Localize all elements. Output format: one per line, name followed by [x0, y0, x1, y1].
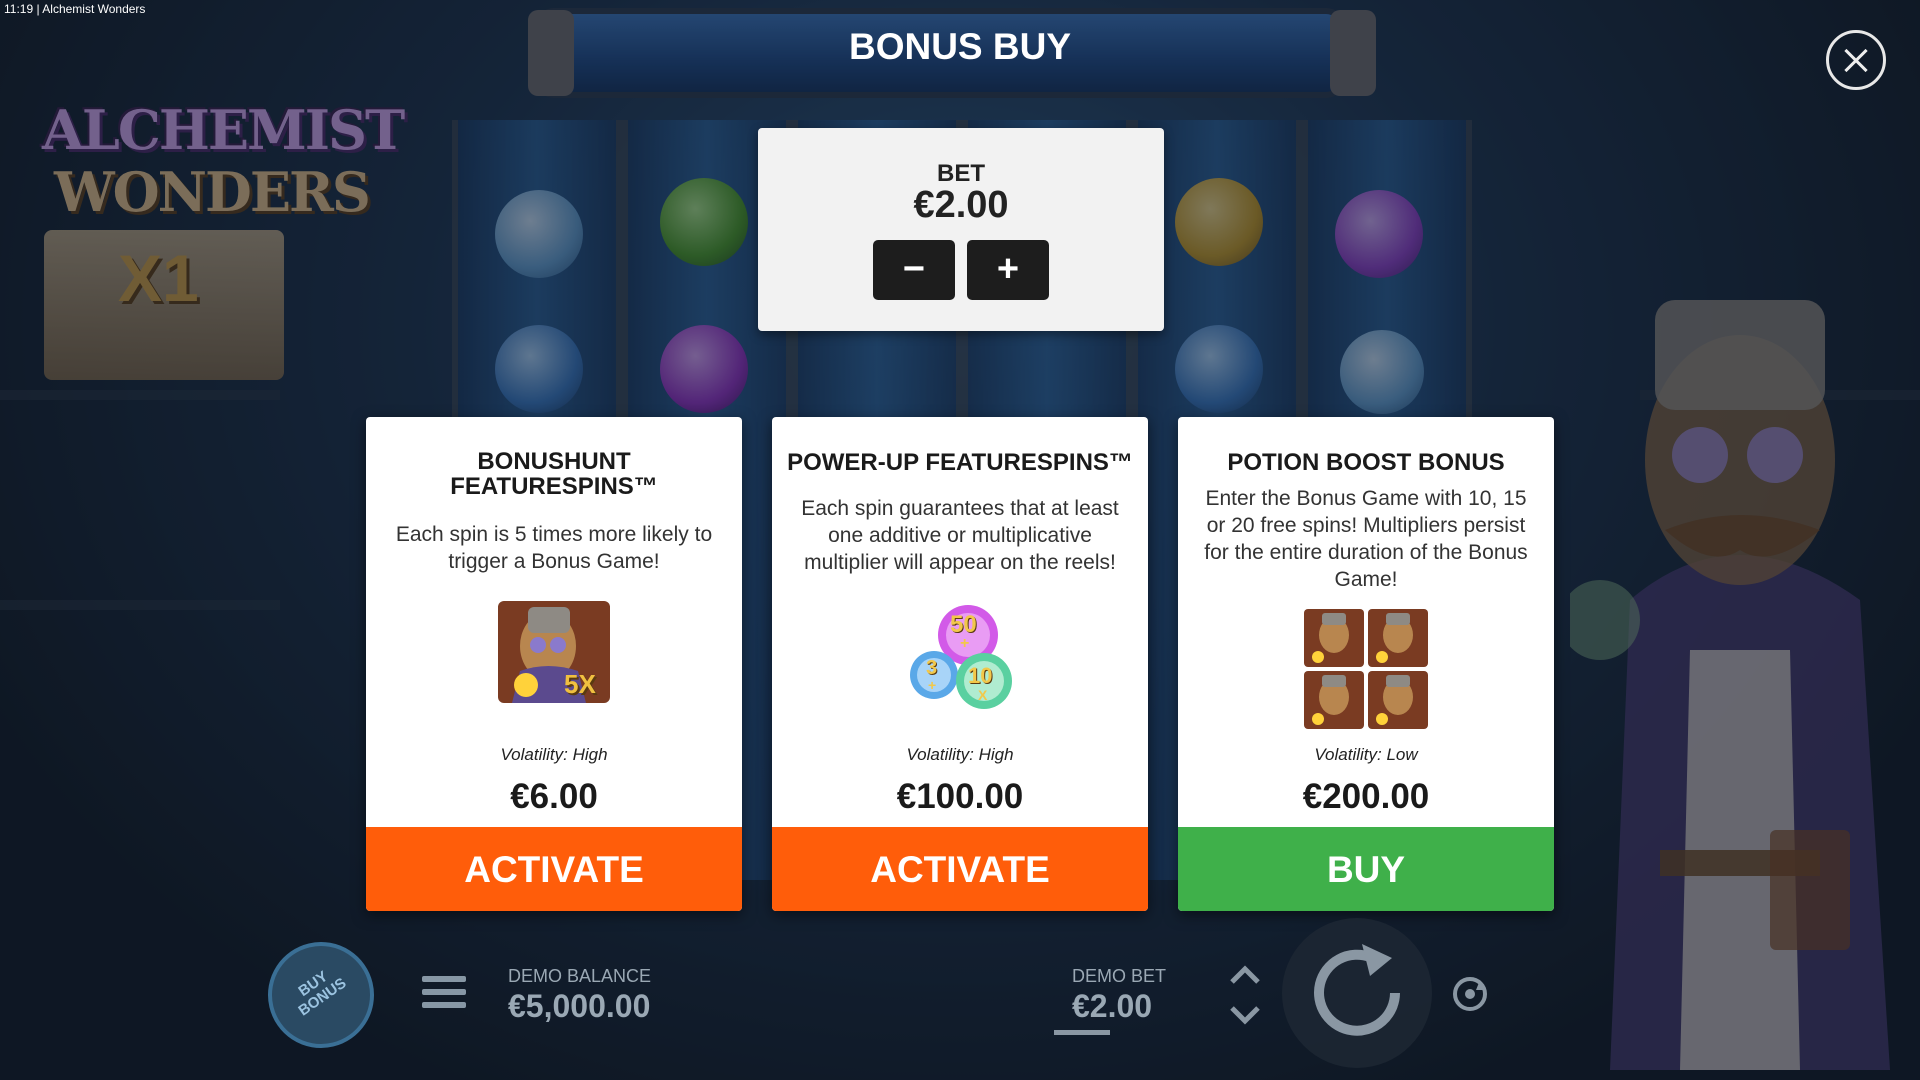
spin-icon: [1314, 944, 1400, 1036]
bet-value: €2.00: [1072, 988, 1153, 1024]
bet-value: €2.00: [913, 184, 1009, 226]
alchemist-5x-icon: 5X: [498, 601, 610, 703]
offer-price: €6.00: [510, 777, 598, 816]
offer-title: POWER-UP FEATURESPINS™: [787, 449, 1133, 476]
spin-button[interactable]: [1282, 918, 1432, 1068]
offer-description: Enter the Bonus Game with 10, 15 or 20 f…: [1204, 487, 1528, 591]
status-bar: 11:19 | Alchemist Wonders: [0, 0, 145, 18]
offer-title: POTION BOOST BONUS: [1227, 449, 1505, 476]
close-icon[interactable]: [1826, 30, 1886, 90]
bet-arrows-icon[interactable]: [1228, 960, 1262, 1030]
activate-button[interactable]: ACTIVATE: [772, 827, 1148, 911]
bet-underline: [1054, 1030, 1110, 1035]
offer-volatility: Volatility: Low: [1314, 745, 1418, 764]
offer-price: €200.00: [1302, 777, 1430, 816]
offer-card-bonushunt: BONUSHUNT FEATURESPINS™ Each spin is 5 t…: [366, 417, 742, 911]
activate-button[interactable]: ACTIVATE: [366, 827, 742, 911]
offer-volatility: Volatility: High: [500, 745, 608, 764]
bet-selector: BET €2.00 − +: [758, 128, 1164, 331]
decrease-bet-button[interactable]: −: [873, 240, 955, 300]
offer-card-powerup: POWER-UP FEATURESPINS™ Each spin guarant…: [772, 417, 1148, 911]
bet-label: DEMO BET: [1072, 966, 1167, 986]
offer-description: Each spin guarantees that at least one a…: [801, 497, 1119, 574]
offer-title: BONUSHUNT FEATURESPINS™: [450, 448, 658, 500]
icon-multiplier-text: 5X: [564, 669, 596, 699]
offer-price: €100.00: [896, 777, 1024, 816]
offer-card-potion-boost: POTION BOOST BONUS Enter the Bonus Game …: [1178, 417, 1554, 911]
autoplay-icon[interactable]: [1448, 972, 1492, 1016]
increase-bet-button[interactable]: +: [967, 240, 1049, 300]
menu-icon[interactable]: [422, 976, 466, 1010]
offer-description: Each spin is 5 times more likely to trig…: [395, 523, 713, 573]
orb-additive-sign: +: [928, 677, 937, 693]
orb-multiply-sign: X: [978, 687, 988, 703]
clock: 11:19: [4, 2, 34, 16]
orb-value-10: 10: [968, 663, 993, 688]
multiplier-orbs-icon: 50 + 3 + 10 X: [904, 601, 1019, 713]
status-separator: |: [36, 2, 40, 16]
balance-label: DEMO BALANCE: [508, 966, 652, 986]
buy-button[interactable]: BUY: [1178, 827, 1554, 911]
app-title: Alchemist Wonders: [42, 2, 146, 16]
balance-value: €5,000.00: [508, 988, 651, 1024]
dialog-title: BONUS BUY: [848, 26, 1072, 67]
orb-additive-sign: +: [960, 635, 970, 652]
offer-volatility: Volatility: High: [906, 745, 1014, 764]
alchemist-grid-icon: [1304, 609, 1428, 729]
